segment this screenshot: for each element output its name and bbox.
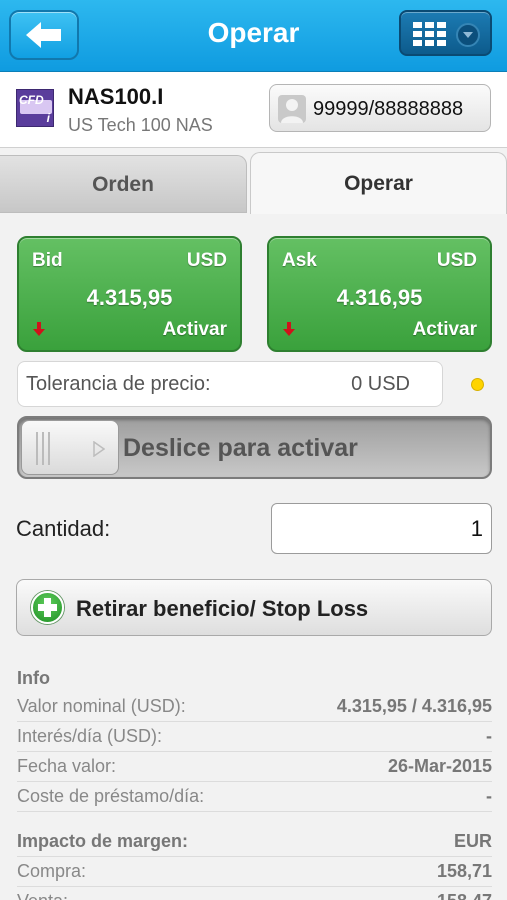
margin-row: Venta: 158,47 [17, 887, 492, 900]
app-header: Operar [0, 0, 507, 72]
price-tolerance-value: 0 USD [351, 373, 410, 395]
chevron-down-icon [456, 23, 480, 47]
info-value: 26-Mar-2015 [387, 756, 492, 776]
slide-to-activate[interactable]: Deslice para activar [17, 416, 492, 479]
down-arrow-icon [33, 322, 45, 336]
info-heading: Info [17, 668, 50, 688]
info-row: Fecha valor: 26-Mar-2015 [17, 752, 492, 782]
ask-button[interactable]: Ask USD 4.316,95 Activar [267, 236, 492, 352]
cfd-icon: CFD i [16, 89, 54, 127]
cfd-icon-label: CFD [19, 93, 44, 107]
status-dot-icon [471, 378, 484, 391]
info-value: - [486, 786, 492, 806]
bid-price: 4.315,95 [86, 285, 173, 310]
info-key: Interés/día (USD): [17, 726, 163, 746]
margin-key: Compra: [17, 861, 87, 881]
margin-value: 158,71 [436, 861, 492, 881]
play-arrow-icon [93, 441, 105, 457]
bid-activate-label: Activar [162, 319, 227, 340]
tab-bar: Orden Operar [0, 148, 507, 214]
margin-heading-row: Impacto de margen: EUR [17, 827, 492, 857]
quantity-label: Cantidad: [16, 516, 111, 541]
tab-operar[interactable]: Operar [250, 152, 507, 214]
info-key: Coste de préstamo/día: [17, 786, 205, 806]
ask-activate-label: Activar [412, 319, 477, 340]
account-button[interactable]: 99999/88888888 [269, 84, 491, 132]
ask-currency: USD [436, 250, 477, 271]
info-row: Coste de préstamo/día: - [17, 782, 492, 812]
info-row: Valor nominal (USD): 4.315,95 / 4.316,95 [17, 692, 492, 722]
user-icon [278, 95, 306, 123]
slider-label: Deslice para activar [123, 434, 358, 462]
quantity-input[interactable] [271, 503, 492, 554]
margin-key: Venta: [17, 891, 68, 900]
take-profit-stop-loss-button[interactable]: Retirar beneficio/ Stop Loss [16, 579, 492, 636]
info-key: Fecha valor: [17, 756, 117, 776]
bid-label: Bid [32, 250, 63, 271]
margin-row: Compra: 158,71 [17, 857, 492, 887]
slider-handle[interactable] [21, 420, 119, 475]
bid-button[interactable]: Bid USD 4.315,95 Activar [17, 236, 242, 352]
instrument-symbol: NAS100.I [68, 84, 164, 109]
price-tolerance-field[interactable]: Tolerancia de precio: 0 USD [17, 361, 443, 407]
account-number: 99999/88888888 [313, 98, 464, 120]
menu-button[interactable] [399, 10, 492, 56]
margin-heading: Impacto de margen: [17, 831, 189, 851]
margin-value: 158,47 [437, 891, 492, 900]
instrument-description: US Tech 100 NAS [68, 115, 213, 135]
bid-currency: USD [186, 250, 227, 271]
take-profit-stop-loss-label: Retirar beneficio/ Stop Loss [76, 596, 369, 621]
tab-orden[interactable]: Orden [0, 155, 247, 213]
info-row: Interés/día (USD): - [17, 722, 492, 752]
margin-currency: EUR [453, 831, 492, 851]
plus-icon [31, 591, 64, 624]
info-value: 4.315,95 / 4.316,95 [336, 696, 492, 716]
grid-menu-icon [413, 22, 447, 46]
ask-label: Ask [282, 250, 317, 271]
info-key: Valor nominal (USD): [17, 696, 186, 716]
down-arrow-icon [283, 322, 295, 336]
price-tolerance-label: Tolerancia de precio: [26, 373, 211, 395]
ask-price: 4.316,95 [336, 285, 423, 310]
info-value: - [486, 726, 492, 746]
cfd-icon-sublabel: i [46, 111, 50, 125]
